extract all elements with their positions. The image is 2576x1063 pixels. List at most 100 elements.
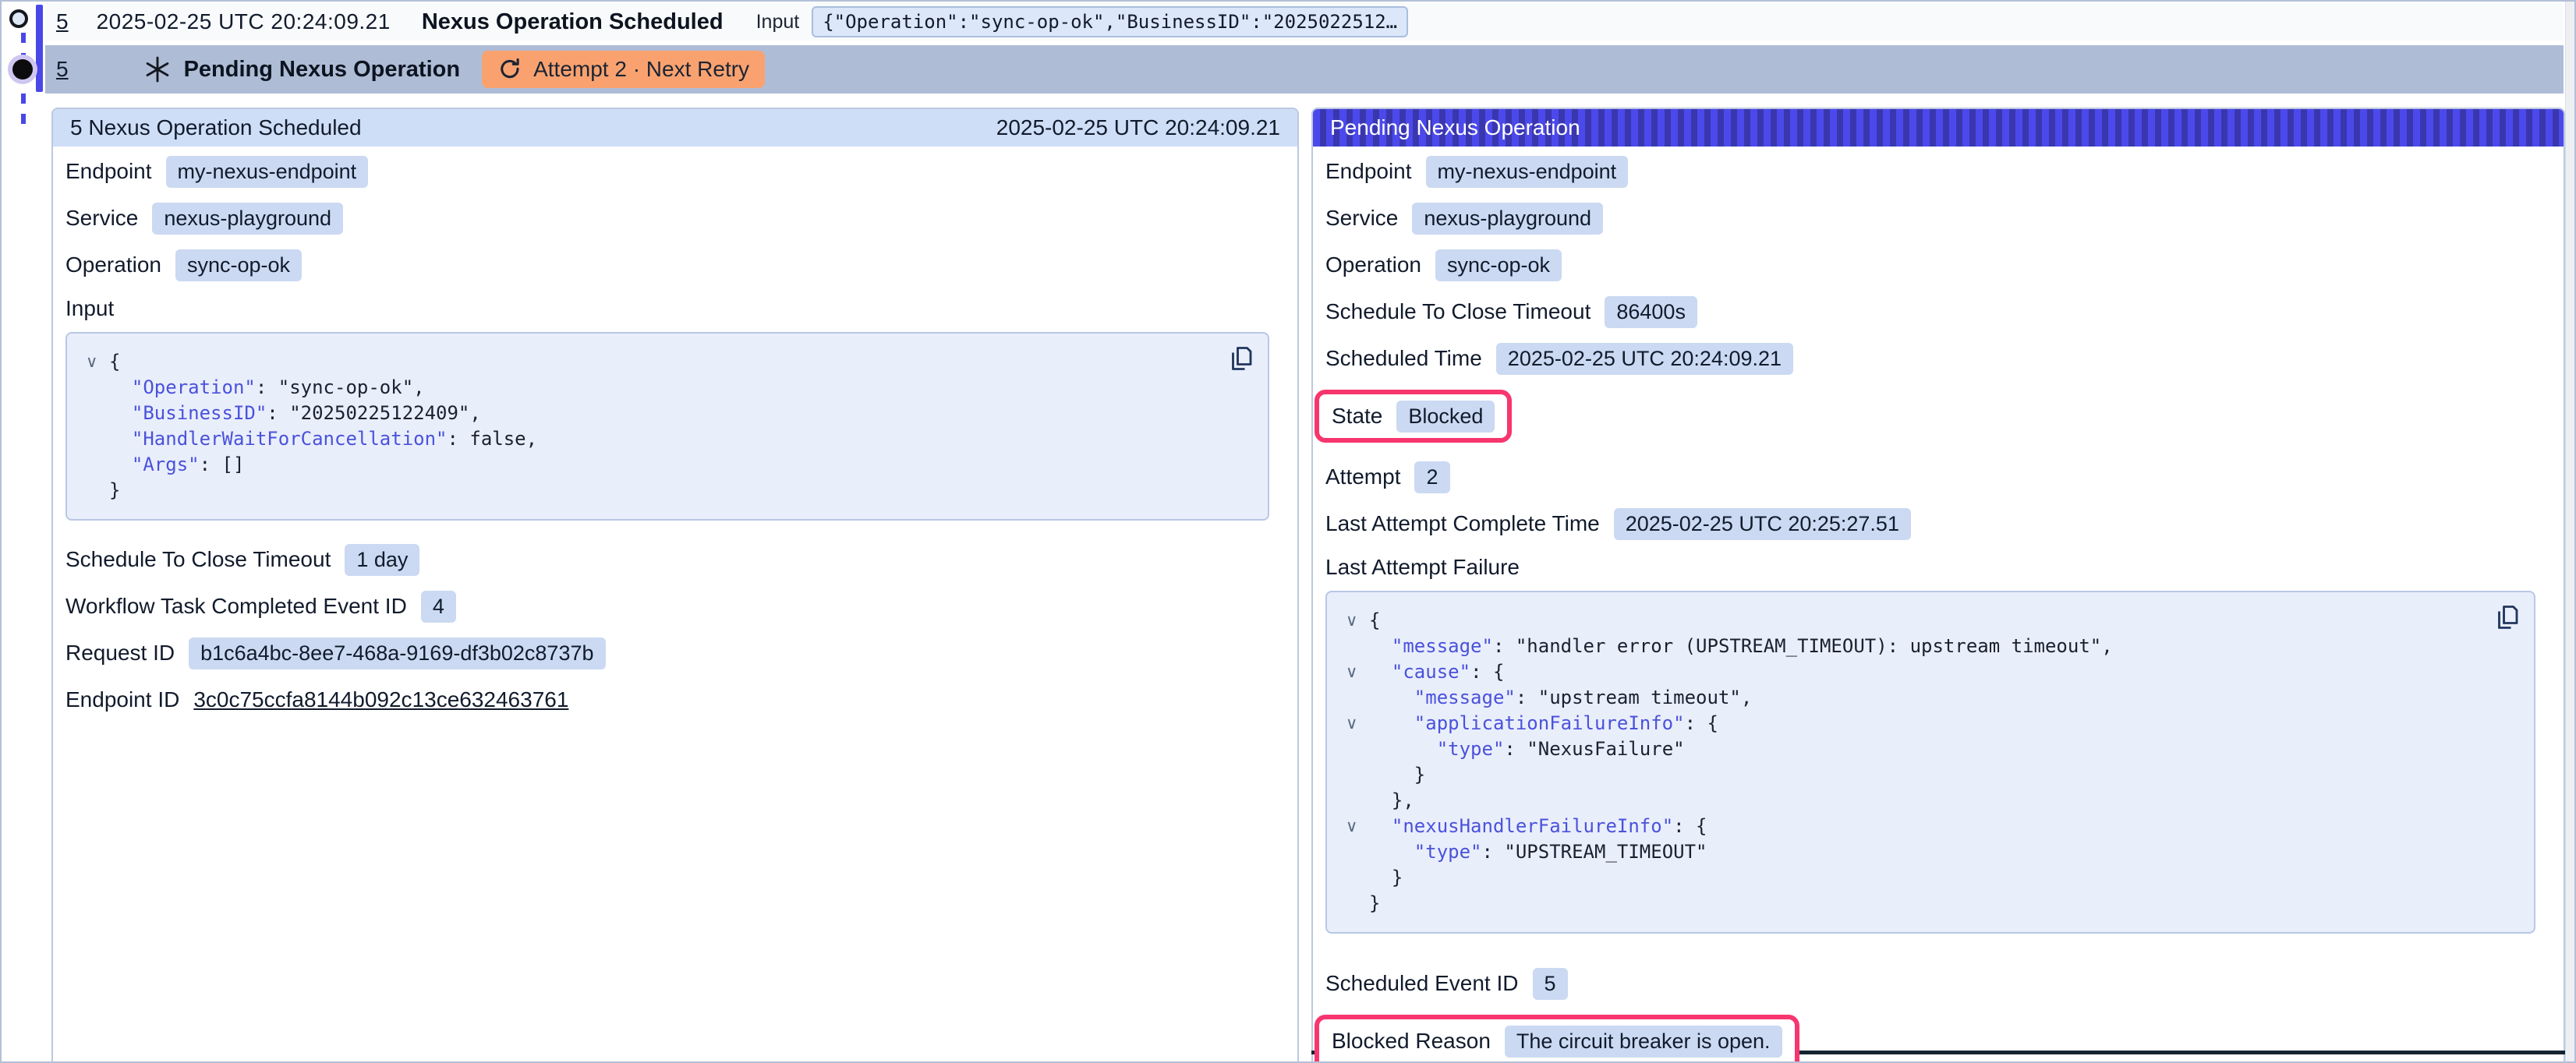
request-id-chip: b1c6a4bc-8ee7-468a-9169-df3b02c8737b [189,637,605,669]
scheduled-time-chip: 2025-02-25 UTC 20:24:09.21 [1496,343,1793,375]
code-gutter [1343,685,1369,711]
endpoint-chip: my-nexus-endpoint [166,156,369,188]
event-row-scheduled[interactable]: 5 2025-02-25 UTC 20:24:09.21 Nexus Opera… [45,3,2564,41]
code-text: "message": "handler error (UPSTREAM_TIME… [1369,634,2113,659]
code-line: } [1343,865,2487,891]
timeout-chip: 1 day [345,544,419,576]
code-text: "Operation": "sync-op-ok", [109,375,425,401]
field-operation: Operation sync-op-ok [1325,249,2548,281]
panel-title: Pending Nexus Operation [1330,115,1580,140]
code-gutter [1343,891,1369,916]
code-line: ∨ "cause": { [1343,659,2487,685]
collapse-chevron-icon[interactable]: ∨ [1343,659,1369,685]
field-service: Service nexus-playground [65,203,1282,234]
code-line: }, [1343,788,2487,814]
field-operation: Operation sync-op-ok [65,249,1282,281]
state-chip: Blocked [1396,401,1495,433]
code-gutter [1343,788,1369,814]
code-text: "HandlerWaitForCancellation": false, [109,426,537,452]
code-gutter [1343,839,1369,865]
code-gutter [1343,762,1369,788]
event-title: Nexus Operation Scheduled [422,9,724,35]
event-row-pending-selected[interactable]: 5 Pending Nexus Operation Attempt 2 · Ne… [45,45,2564,94]
scheduled-panel-body: Endpoint my-nexus-endpoint Service nexus… [53,147,1297,715]
code-text: { [1369,608,1380,634]
collapse-chevron-icon[interactable]: ∨ [1343,711,1369,736]
copy-icon[interactable] [1227,344,1255,376]
scheduled-event-id-chip: 5 [1533,968,1568,1000]
code-line: "type": "NexusFailure" [1343,736,2487,762]
field-scheduled-time: Scheduled Time 2025-02-25 UTC 20:24:09.2… [1325,343,2548,374]
copy-icon[interactable] [2493,603,2521,635]
event-group-indicator-bar [36,5,43,92]
code-text: "Args": [] [109,452,244,478]
code-text: "cause": { [1369,659,1504,685]
blocked-reason-highlight-annotation: Blocked Reason The circuit breaker is op… [1315,1015,1799,1063]
pending-asterisk-icon [143,55,172,83]
code-gutter [1343,736,1369,762]
field-state: State Blocked [1332,401,1495,432]
event-input-preview-chip: {"Operation":"sync-op-ok","BusinessID":"… [812,6,1408,37]
input-block-label: Input [65,296,1282,324]
scheduled-event-detail-panel: 5 Nexus Operation Scheduled 2025-02-25 U… [51,108,1299,1061]
field-request-id: Request ID b1c6a4bc-8ee7-468a-9169-df3b0… [65,637,1282,669]
field-attempt: Attempt 2 [1325,461,2548,493]
field-endpoint: Endpoint my-nexus-endpoint [1325,156,2548,187]
field-service: Service nexus-playground [1325,203,2548,234]
timeline-node-pending-icon [12,59,33,79]
endpoint-chip: my-nexus-endpoint [1426,156,1629,188]
collapse-chevron-icon[interactable]: ∨ [1343,814,1369,839]
code-line: "Operation": "sync-op-ok", [83,375,1221,401]
code-line: } [1343,762,2487,788]
pending-operation-panel: Pending Nexus Operation Endpoint my-nexu… [1311,108,2565,1061]
pending-event-title: Pending Nexus Operation [184,57,461,83]
field-scheduled-event-id: Scheduled Event ID 5 [1325,968,2548,999]
code-gutter [83,375,109,401]
code-gutter [1343,865,1369,891]
timeline-dashed-line [21,33,26,134]
collapse-chevron-icon[interactable]: ∨ [83,349,109,375]
event-id-chip: 4 [421,591,456,623]
code-text: "message": "upstream timeout", [1369,685,1752,711]
code-text: } [1369,762,1425,788]
field-schedule-to-close-timeout: Schedule To Close Timeout 86400s [1325,296,2548,327]
event-detail-label: Input [756,11,800,34]
scrollbar[interactable] [2565,2,2574,1061]
code-line: ∨{ [1343,608,2487,634]
code-text: }, [1369,788,1414,814]
code-line: "Args": [] [83,452,1221,478]
code-gutter [83,426,109,452]
attempt-chip: 2 [1414,461,1449,493]
failure-json-block: ∨{ "message": "handler error (UPSTREAM_T… [1325,591,2535,934]
event-timestamp: 2025-02-25 UTC 20:24:09.21 [97,9,391,34]
code-text: } [109,478,120,503]
code-line: ∨ "nexusHandlerFailureInfo": { [1343,814,2487,839]
code-line: } [1343,891,2487,916]
last-attempt-time-chip: 2025-02-25 UTC 20:25:27.51 [1614,508,1911,540]
code-gutter [1343,634,1369,659]
code-line: ∨ "applicationFailureInfo": { [1343,711,2487,736]
operation-chip: sync-op-ok [1435,249,1562,281]
timeline-node-scheduled-icon [9,9,28,28]
failure-block-label: Last Attempt Failure [1325,555,2548,583]
service-chip: nexus-playground [1412,203,1603,235]
pending-panel-body: Endpoint my-nexus-endpoint Service nexus… [1313,147,2564,1063]
input-json-block: ∨{ "Operation": "sync-op-ok", "BusinessI… [65,332,1269,521]
field-workflow-task-completed-event-id: Workflow Task Completed Event ID 4 [65,591,1282,622]
event-id-link[interactable]: 5 [56,57,69,82]
code-line: "type": "UPSTREAM_TIMEOUT" [1343,839,2487,865]
code-line: "BusinessID": "20250225122409", [83,401,1221,426]
code-text: "applicationFailureInfo": { [1369,711,1718,736]
field-endpoint-id: Endpoint ID 3c0c75ccfa8144b092c13ce63246… [65,684,1282,715]
blocked-reason-chip: The circuit breaker is open. [1505,1026,1782,1058]
code-text: "type": "NexusFailure" [1369,736,1685,762]
code-text: "nexusHandlerFailureInfo": { [1369,814,1707,839]
operation-chip: sync-op-ok [175,249,302,281]
service-chip: nexus-playground [152,203,343,235]
endpoint-id-link[interactable]: 3c0c75ccfa8144b092c13ce632463761 [193,687,568,712]
collapse-chevron-icon[interactable]: ∨ [1343,608,1369,634]
panel-timestamp: 2025-02-25 UTC 20:24:09.21 [996,115,1280,140]
retry-badge: Attempt 2 · Next Retry [482,51,765,88]
timeout-chip: 86400s [1605,296,1697,328]
event-id-link[interactable]: 5 [56,9,69,34]
